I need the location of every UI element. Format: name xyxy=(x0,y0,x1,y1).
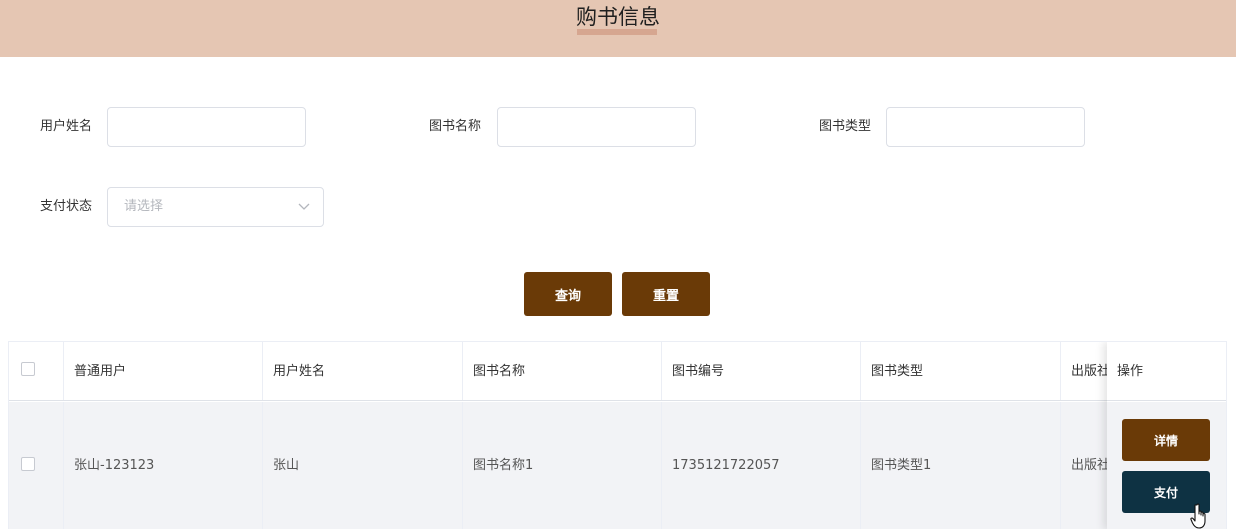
table-cell: 张山-123123 xyxy=(64,402,263,529)
book-type-label: 图书类型 xyxy=(819,119,872,134)
book-name-input[interactable] xyxy=(497,107,696,147)
row-checkbox-cell xyxy=(9,402,64,529)
user-name-label: 用户姓名 xyxy=(40,119,93,134)
row-checkbox[interactable] xyxy=(21,457,35,471)
operations-header: 操作 xyxy=(1107,342,1226,401)
pay-status-select[interactable]: 请选择 xyxy=(107,187,324,227)
reset-button[interactable]: 重置 xyxy=(622,272,710,316)
detail-button[interactable]: 详情 xyxy=(1122,419,1210,461)
column-header: 用户姓名 xyxy=(263,342,463,400)
book-type-input[interactable] xyxy=(886,107,1085,147)
table-row: 张山-123123 张山 图书名称1 1735121722057 图书类型1 出… xyxy=(9,402,1226,529)
select-all-checkbox[interactable] xyxy=(21,362,35,376)
table-cell: 1735121722057 xyxy=(662,402,861,529)
column-header: 普通用户 xyxy=(64,342,263,400)
book-name-label: 图书名称 xyxy=(429,119,482,134)
table-cell: 图书名称1 xyxy=(463,402,662,529)
table-header: 普通用户 用户姓名 图书名称 图书编号 图书类型 出版社 xyxy=(9,342,1226,401)
operations-column: 操作 详情 支付 xyxy=(1107,342,1226,529)
hand-cursor-icon xyxy=(1190,503,1206,529)
column-header: 图书类型 xyxy=(861,342,1061,400)
search-button[interactable]: 查询 xyxy=(524,272,612,316)
column-header: 图书名称 xyxy=(463,342,662,400)
table-cell: 张山 xyxy=(263,402,463,529)
purchase-table: 普通用户 用户姓名 图书名称 图书编号 图书类型 出版社 张山-123123 张… xyxy=(8,341,1227,529)
page-title: 购书信息 xyxy=(576,5,660,29)
header-checkbox-cell xyxy=(9,342,64,400)
user-name-input[interactable] xyxy=(107,107,306,147)
table-cell: 图书类型1 xyxy=(861,402,1061,529)
pay-status-label: 支付状态 xyxy=(40,199,93,214)
column-header: 图书编号 xyxy=(662,342,861,400)
pay-status-placeholder: 请选择 xyxy=(124,199,164,214)
chevron-down-icon xyxy=(298,203,310,210)
page-header: 购书信息 xyxy=(0,0,1236,57)
